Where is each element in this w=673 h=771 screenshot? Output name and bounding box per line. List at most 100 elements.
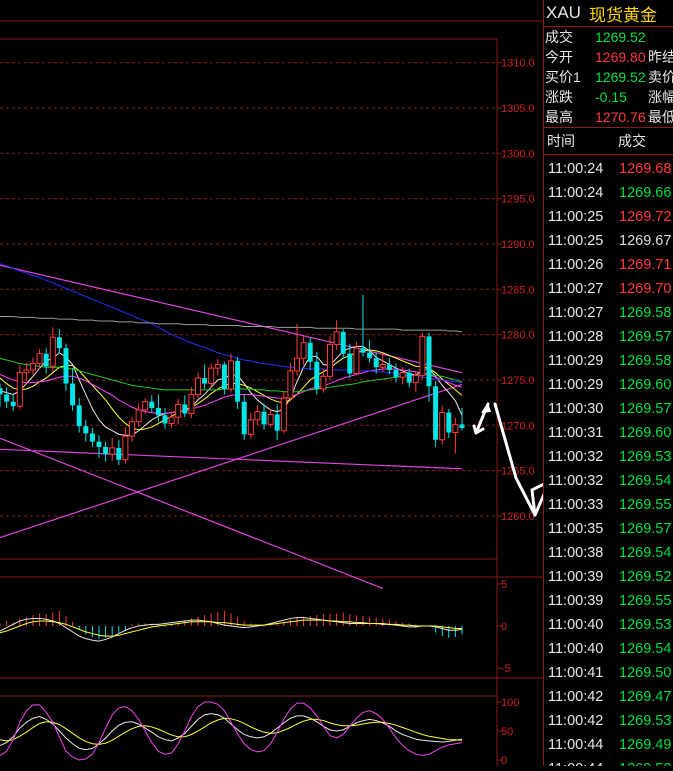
tick-time: 11:00:33	[548, 497, 604, 513]
tick-time: 11:00:25	[548, 233, 604, 249]
candle-body-down	[89, 433, 95, 442]
tick-time: 11:00:31	[548, 425, 604, 441]
candle-body-up	[439, 412, 446, 441]
tick-price: 1269.55	[619, 497, 672, 513]
tick-row: 11:00:44 1269.52	[544, 757, 673, 766]
moving-average-line	[0, 315, 463, 333]
tick-row: 11:00:42 1269.53	[544, 709, 673, 733]
tick-row: 11:00:26 1269.71	[544, 253, 673, 277]
candle-body-up	[214, 364, 221, 369]
trend-line	[0, 437, 384, 590]
candle-body-down	[406, 372, 412, 383]
tick-price: 1269.54	[619, 641, 672, 657]
candle-body-down	[367, 352, 373, 359]
candle-body-up	[188, 393, 195, 414]
tick-row: 11:00:29 1269.60	[544, 373, 673, 397]
tick-row: 11:00:27 1269.70	[544, 277, 673, 301]
tick-price: 1269.52	[619, 757, 671, 766]
tick-price: 1269.47	[619, 689, 672, 705]
tick-row: 11:00:33 1269.55	[544, 493, 673, 517]
candle-body-down	[241, 401, 247, 435]
tick-price: 1269.67	[619, 233, 672, 249]
y-tick-label: 5	[501, 579, 507, 591]
candle-body-up	[294, 357, 300, 372]
instrument-symbol: XAU	[546, 3, 581, 22]
candle-body-down	[433, 386, 439, 440]
candle-body-down	[393, 369, 399, 378]
y-tick-label: 1310.0	[501, 58, 535, 70]
tick-row: 11:00:27 1269.58	[544, 301, 673, 325]
tick-row: 11:00:30 1269.57	[544, 397, 673, 421]
y-tick-label: 50	[501, 726, 513, 738]
candle-body-down	[426, 336, 432, 387]
kline-chart[interactable]: 1310.0 1305.0 1300.0 1295.0 1290.0 1285.0 1280…	[0, 0, 624, 767]
candle-body-down	[103, 447, 109, 455]
tick-time: 11:00:44	[548, 757, 603, 766]
candle-body-down	[96, 441, 102, 448]
y-tick-label: 1265.0	[501, 466, 535, 478]
tick-price: 1269.71	[619, 257, 672, 273]
ticks-header: 时间 成交	[544, 127, 673, 155]
tick-price: 1269.57	[619, 329, 672, 345]
tick-price: 1269.55	[619, 593, 672, 609]
tick-row: 11:00:39 1269.52	[544, 565, 673, 589]
tick-time: 11:00:32	[548, 473, 604, 489]
tick-time: 11:00:29	[548, 353, 604, 369]
tick-time: 11:00:24	[548, 161, 604, 177]
candle-body-up	[419, 335, 426, 376]
quote-row: 今开 1269.80昨结	[544, 47, 673, 67]
tick-time: 11:00:27	[548, 281, 604, 297]
quote-summary: 成交1269.52今开1269.80昨结买价11269.52卖价涨跌-0.15涨…	[544, 27, 673, 127]
candle-body-down	[0, 388, 3, 395]
y-tick-label: 1260.0	[501, 511, 535, 523]
candle-body-up	[16, 372, 23, 407]
tick-time: 11:00:26	[548, 257, 604, 273]
candle-body-up	[36, 353, 43, 365]
candle-body-up	[327, 344, 333, 377]
y-tick-label: 1305.0	[501, 103, 535, 115]
candle-body-down	[116, 447, 122, 460]
candle-body-up	[254, 411, 261, 421]
candle-body-up	[109, 447, 116, 455]
tick-row: 11:00:32 1269.54	[544, 469, 673, 493]
tick-time: 11:00:27	[548, 305, 604, 321]
y-tick-label: 0	[501, 755, 507, 766]
candle-body-down	[43, 353, 49, 367]
y-tick-label: -5	[501, 663, 511, 675]
trend-line	[0, 383, 463, 539]
quote-row: 最高 1270.76最低	[544, 107, 673, 127]
tick-row: 11:00:38 1269.54	[544, 541, 673, 565]
candle-body-up	[280, 397, 287, 432]
tick-price: 1269.53	[619, 449, 672, 465]
quote-value: 1269.52	[595, 29, 646, 45]
y-tick-label: 1300.0	[501, 148, 535, 160]
tick-price: 1269.57	[619, 521, 672, 537]
candle-body-down	[386, 364, 392, 370]
candle-body-down	[83, 426, 89, 434]
candle-body-up	[379, 364, 386, 368]
candle-body-up	[122, 435, 129, 461]
quote-label: 最高	[545, 109, 573, 125]
candle-body-down	[235, 360, 241, 402]
tick-price: 1269.58	[619, 305, 672, 321]
y-tick-label: 1270.0	[501, 420, 535, 432]
tick-row: 11:00:28 1269.57	[544, 325, 673, 349]
candle-body-up	[175, 403, 182, 418]
quote-value: -0.15	[595, 89, 627, 105]
candle-body-down	[202, 378, 208, 384]
quote-label: 今开	[545, 49, 573, 65]
tick-price: 1269.72	[619, 209, 672, 225]
candle-body-up	[247, 419, 254, 435]
candle-body-down	[4, 394, 10, 402]
tick-row: 11:00:40 1269.54	[544, 637, 673, 661]
candle-body-up	[399, 372, 406, 378]
quote-value: 1269.52	[595, 69, 646, 85]
tick-price: 1269.60	[619, 377, 672, 393]
instrument-name: 现货黄金	[588, 5, 657, 25]
tick-row: 11:00:40 1269.53	[544, 613, 673, 637]
candle-body-up	[208, 367, 215, 385]
tick-list[interactable]: 11:00:24 1269.68 11:00:24 1269.66 11:00:25 12…	[544, 155, 673, 766]
quote-extra-label: 昨结	[648, 49, 673, 65]
tick-price: 1269.53	[619, 617, 672, 633]
kline-chart-area[interactable]: 1310.0 1305.0 1300.0 1295.0 1290.0 1285.0 1280…	[0, 0, 624, 767]
